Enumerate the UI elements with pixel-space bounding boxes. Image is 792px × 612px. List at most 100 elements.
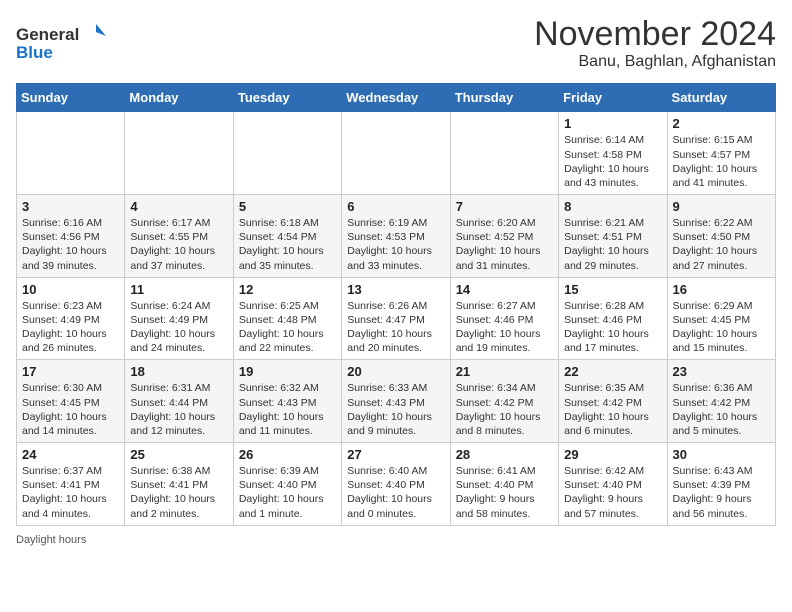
calendar-cell: 26Sunrise: 6:39 AM Sunset: 4:40 PM Dayli… [233,443,341,526]
calendar-header-monday: Monday [125,84,233,112]
calendar-cell: 27 Sunrise: 6:40 AM Sunset: 4:40 PM Dayli… [342,443,450,526]
day-number: 5 [239,199,336,214]
calendar-cell: 8 Sunrise: 6:21 AM Sunset: 4:51 PM Daylig… [559,195,667,278]
calendar-week-1: 1 Sunrise: 6:14 AM Sunset: 4:58 PM Daylig… [17,112,776,195]
calendar-cell: 10 Sunrise: 6:23 AM Sunset: 4:49 PM Dayli… [17,277,125,360]
calendar-week-2: 3Sunrise: 6:16 AM Sunset: 4:56 PM Daylig… [17,195,776,278]
day-number: 11 [130,282,227,297]
day-number: 4 [130,199,227,214]
calendar-cell [125,112,233,195]
day-number: 9 [673,199,770,214]
calendar-week-4: 17 Sunrise: 6:30 AM Sunset: 4:45 PM Dayli… [17,360,776,443]
svg-text:General: General [16,25,79,44]
calendar-cell: 13 Sunrise: 6:26 AM Sunset: 4:47 PM Dayli… [342,277,450,360]
calendar-header-row: SundayMondayTuesdayWednesdayThursdayFrid… [17,84,776,112]
calendar-header-sunday: Sunday [17,84,125,112]
day-number: 26 [239,447,336,462]
calendar-cell: 30Sunrise: 6:43 AM Sunset: 4:39 PM Dayli… [667,443,775,526]
calendar-cell: 5 Sunrise: 6:18 AM Sunset: 4:54 PM Daylig… [233,195,341,278]
calendar-header-friday: Friday [559,84,667,112]
day-detail: Sunrise: 6:21 AM Sunset: 4:51 PM Dayligh… [564,216,661,273]
day-detail: Sunrise: 6:25 AM Sunset: 4:48 PM Dayligh… [239,299,336,356]
location-title: Banu, Baghlan, Afghanistan [534,53,776,71]
day-detail: Sunrise: 6:33 AM Sunset: 4:43 PM Dayligh… [347,381,444,438]
day-number: 21 [456,364,553,379]
calendar-cell: 11 Sunrise: 6:24 AM Sunset: 4:49 PM Dayli… [125,277,233,360]
calendar-cell: 18Sunrise: 6:31 AM Sunset: 4:44 PM Dayli… [125,360,233,443]
calendar-week-5: 24 Sunrise: 6:37 AM Sunset: 4:41 PM Dayli… [17,443,776,526]
calendar-cell: 4 Sunrise: 6:17 AM Sunset: 4:55 PM Daylig… [125,195,233,278]
day-number: 8 [564,199,661,214]
day-detail: Sunrise: 6:34 AM Sunset: 4:42 PM Dayligh… [456,381,553,438]
day-detail: Sunrise: 6:26 AM Sunset: 4:47 PM Dayligh… [347,299,444,356]
day-number: 28 [456,447,553,462]
day-number: 22 [564,364,661,379]
calendar-cell: 22 Sunrise: 6:35 AM Sunset: 4:42 PM Dayli… [559,360,667,443]
day-detail: Sunrise: 6:42 AM Sunset: 4:40 PM Dayligh… [564,464,661,521]
logo-svg: General Blue [16,20,106,64]
calendar-header-thursday: Thursday [450,84,558,112]
calendar-cell: 7Sunrise: 6:20 AM Sunset: 4:52 PM Daylig… [450,195,558,278]
day-detail: Sunrise: 6:17 AM Sunset: 4:55 PM Dayligh… [130,216,227,273]
day-number: 25 [130,447,227,462]
calendar-cell: 2 Sunrise: 6:15 AM Sunset: 4:57 PM Daylig… [667,112,775,195]
day-detail: Sunrise: 6:41 AM Sunset: 4:40 PM Dayligh… [456,464,553,521]
day-number: 6 [347,199,444,214]
day-detail: Sunrise: 6:35 AM Sunset: 4:42 PM Dayligh… [564,381,661,438]
calendar-header-wednesday: Wednesday [342,84,450,112]
day-number: 20 [347,364,444,379]
day-detail: Sunrise: 6:27 AM Sunset: 4:46 PM Dayligh… [456,299,553,356]
calendar-cell [17,112,125,195]
calendar-cell [342,112,450,195]
day-detail: Sunrise: 6:15 AM Sunset: 4:57 PM Dayligh… [673,133,770,190]
day-number: 12 [239,282,336,297]
day-detail: Sunrise: 6:40 AM Sunset: 4:40 PM Dayligh… [347,464,444,521]
day-detail: Sunrise: 6:23 AM Sunset: 4:49 PM Dayligh… [22,299,119,356]
calendar-cell: 9 Sunrise: 6:22 AM Sunset: 4:50 PM Daylig… [667,195,775,278]
day-number: 27 [347,447,444,462]
day-detail: Sunrise: 6:16 AM Sunset: 4:56 PM Dayligh… [22,216,119,273]
calendar-cell: 12 Sunrise: 6:25 AM Sunset: 4:48 PM Dayli… [233,277,341,360]
day-detail: Sunrise: 6:37 AM Sunset: 4:41 PM Dayligh… [22,464,119,521]
month-title: November 2024 [534,16,776,53]
calendar-cell [233,112,341,195]
day-number: 29 [564,447,661,462]
calendar-cell: 19Sunrise: 6:32 AM Sunset: 4:43 PM Dayli… [233,360,341,443]
day-detail: Sunrise: 6:18 AM Sunset: 4:54 PM Dayligh… [239,216,336,273]
day-detail: Sunrise: 6:31 AM Sunset: 4:44 PM Dayligh… [130,381,227,438]
day-number: 19 [239,364,336,379]
day-number: 1 [564,116,661,131]
calendar-header-saturday: Saturday [667,84,775,112]
calendar-week-3: 10 Sunrise: 6:23 AM Sunset: 4:49 PM Dayli… [17,277,776,360]
calendar-cell: 28 Sunrise: 6:41 AM Sunset: 4:40 PM Dayli… [450,443,558,526]
day-number: 30 [673,447,770,462]
day-detail: Sunrise: 6:36 AM Sunset: 4:42 PM Dayligh… [673,381,770,438]
day-detail: Sunrise: 6:14 AM Sunset: 4:58 PM Dayligh… [564,133,661,190]
day-number: 17 [22,364,119,379]
calendar-cell: 1 Sunrise: 6:14 AM Sunset: 4:58 PM Daylig… [559,112,667,195]
day-number: 2 [673,116,770,131]
day-detail: Sunrise: 6:24 AM Sunset: 4:49 PM Dayligh… [130,299,227,356]
footer-note: Daylight hours [16,534,776,546]
calendar-cell: 17 Sunrise: 6:30 AM Sunset: 4:45 PM Dayli… [17,360,125,443]
calendar-cell: 23 Sunrise: 6:36 AM Sunset: 4:42 PM Dayli… [667,360,775,443]
page-header: General Blue November 2024 Banu, Baghlan… [16,16,776,71]
day-number: 23 [673,364,770,379]
calendar-cell: 14 Sunrise: 6:27 AM Sunset: 4:46 PM Dayli… [450,277,558,360]
day-detail: Sunrise: 6:22 AM Sunset: 4:50 PM Dayligh… [673,216,770,273]
logo: General Blue [16,20,106,64]
day-number: 7 [456,199,553,214]
day-number: 16 [673,282,770,297]
calendar-table: SundayMondayTuesdayWednesdayThursdayFrid… [16,83,776,525]
day-detail: Sunrise: 6:38 AM Sunset: 4:41 PM Dayligh… [130,464,227,521]
calendar-cell: 20 Sunrise: 6:33 AM Sunset: 4:43 PM Dayli… [342,360,450,443]
calendar-header-tuesday: Tuesday [233,84,341,112]
calendar-cell: 29 Sunrise: 6:42 AM Sunset: 4:40 PM Dayli… [559,443,667,526]
day-detail: Sunrise: 6:30 AM Sunset: 4:45 PM Dayligh… [22,381,119,438]
day-number: 13 [347,282,444,297]
day-number: 10 [22,282,119,297]
day-number: 24 [22,447,119,462]
calendar-cell: 16Sunrise: 6:29 AM Sunset: 4:45 PM Dayli… [667,277,775,360]
calendar-cell: 15Sunrise: 6:28 AM Sunset: 4:46 PM Dayli… [559,277,667,360]
day-number: 14 [456,282,553,297]
